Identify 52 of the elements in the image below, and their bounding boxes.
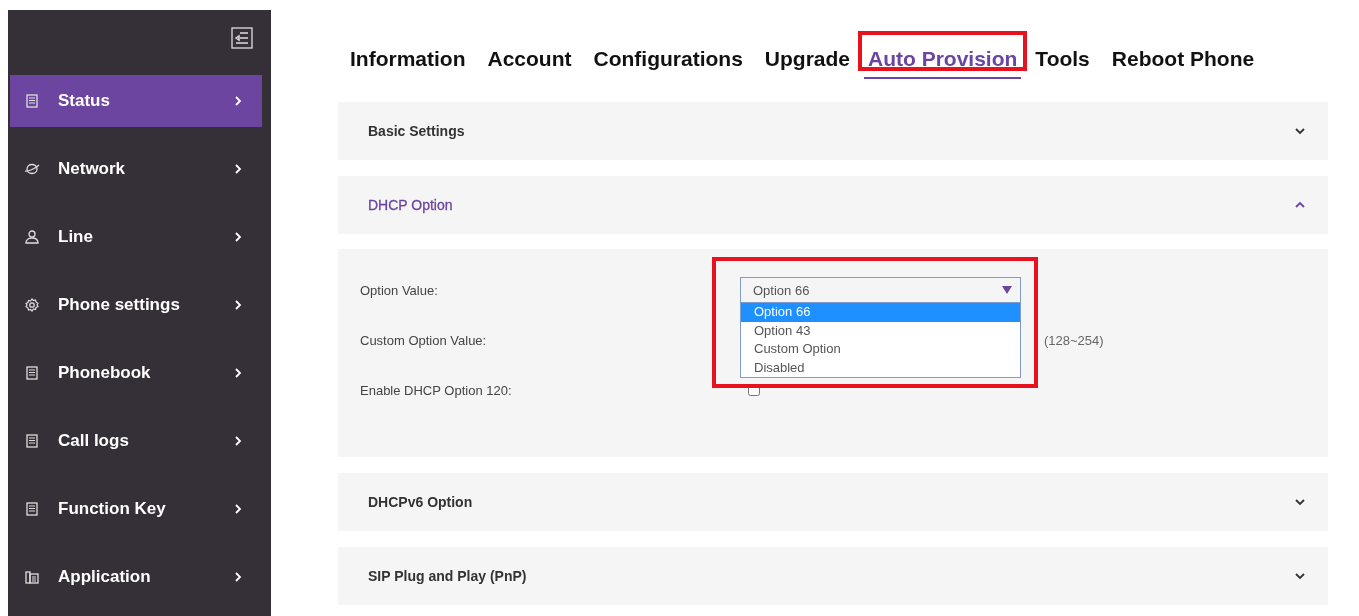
section-header[interactable]: SIP Plug and Play (PnP) bbox=[338, 547, 1328, 605]
section-title: DHCP Option bbox=[368, 197, 453, 213]
expand-icon bbox=[1294, 570, 1306, 582]
section-header[interactable]: DHCP Option bbox=[338, 176, 1328, 234]
chevron-right-icon bbox=[232, 163, 244, 175]
range-hint: (128~254) bbox=[1044, 332, 1104, 348]
dropdown-option[interactable]: Option 43 bbox=[741, 321, 1020, 340]
nav-tab[interactable]: Upgrade bbox=[753, 23, 861, 89]
nav-tab[interactable]: Tools bbox=[1024, 23, 1101, 89]
person-icon bbox=[24, 229, 40, 245]
document-icon bbox=[24, 433, 40, 449]
document-icon bbox=[24, 93, 40, 109]
nav-tab[interactable]: Configurations bbox=[582, 23, 754, 89]
expand-icon bbox=[1294, 496, 1306, 508]
nav-tab[interactable]: Auto Provision bbox=[861, 23, 1025, 89]
nav-tab[interactable]: Reboot Phone bbox=[1100, 23, 1266, 89]
dropdown-option[interactable]: Disabled bbox=[741, 358, 1020, 377]
sidebar-item[interactable]: Function Key bbox=[10, 483, 262, 535]
document-icon bbox=[24, 501, 40, 517]
nav-tab[interactable]: Information bbox=[339, 23, 477, 89]
field-label: Enable DHCP Option 120: bbox=[360, 382, 513, 398]
section-title: Basic Settings bbox=[368, 123, 465, 139]
chevron-right-icon bbox=[232, 231, 244, 243]
sidebar-item[interactable]: Phone settings bbox=[10, 279, 262, 331]
sidebar-item[interactable]: Phonebook bbox=[10, 347, 262, 399]
chevron-right-icon bbox=[232, 503, 244, 515]
menu-icon[interactable] bbox=[231, 27, 253, 49]
chevron-right-icon bbox=[232, 367, 244, 379]
fax-icon bbox=[24, 569, 40, 585]
section-header[interactable]: Basic Settings bbox=[338, 102, 1328, 160]
sidebar-item[interactable]: Application bbox=[10, 551, 262, 603]
caret-icon bbox=[1002, 286, 1012, 294]
sidebar-item[interactable]: Status bbox=[10, 75, 262, 127]
section-title: DHCPv6 Option bbox=[368, 494, 473, 510]
option-dropdown[interactable]: Option 66 bbox=[740, 277, 1021, 303]
field-label: Custom Option Value: bbox=[360, 332, 488, 348]
planet-icon bbox=[24, 161, 40, 177]
chevron-right-icon bbox=[232, 571, 244, 583]
section-title: SIP Plug and Play (PnP) bbox=[368, 568, 527, 584]
sidebar-item[interactable]: Network bbox=[10, 143, 262, 195]
chevron-right-icon bbox=[232, 95, 244, 107]
chevron-right-icon bbox=[232, 299, 244, 311]
settings-icon bbox=[24, 297, 40, 313]
section-header[interactable]: DHCPv6 Option bbox=[338, 473, 1328, 531]
sidebar-item[interactable]: Call logs bbox=[10, 415, 262, 467]
dropdown-option[interactable]: Custom Option bbox=[741, 340, 1020, 359]
field-label: Option Value: bbox=[360, 282, 439, 298]
sidebar-item[interactable]: Line bbox=[10, 211, 262, 263]
nav-tab[interactable]: Account bbox=[476, 23, 583, 89]
chevron-right-icon bbox=[232, 435, 244, 447]
expand-icon bbox=[1294, 125, 1306, 137]
document-icon bbox=[24, 365, 40, 381]
